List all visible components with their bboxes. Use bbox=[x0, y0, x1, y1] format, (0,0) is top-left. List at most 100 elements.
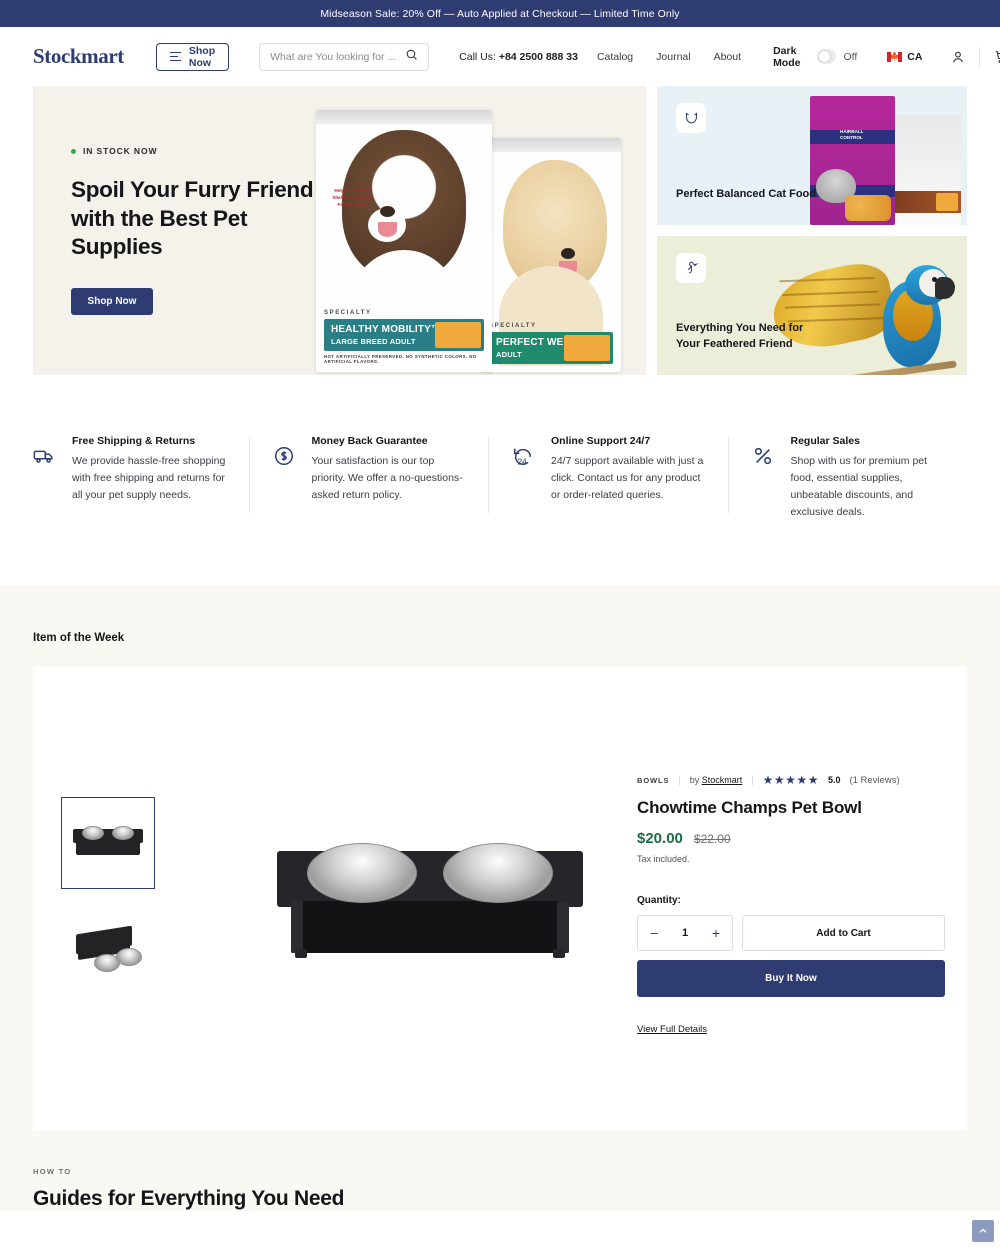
feature-money-back: Money Back Guarantee Your satisfaction i… bbox=[248, 435, 489, 521]
pet-bowl-hero-image bbox=[277, 837, 583, 962]
rating-stars: ★★★★★ bbox=[762, 773, 819, 787]
feature-title: Regular Sales bbox=[790, 435, 860, 447]
vendor-link[interactable]: Stockmart bbox=[702, 775, 743, 785]
feature-title: Money Back Guarantee bbox=[311, 435, 428, 447]
hero-copy: IN STOCK NOW Spoil Your Furry Friend wit… bbox=[33, 146, 323, 315]
product-title: Chowtime Champs Pet Bowl bbox=[637, 798, 862, 817]
dog-food-bag-perfect-weight: SPECIALTY PERFECT WEIGHT ADULT bbox=[481, 138, 621, 372]
nav-item-about[interactable]: About bbox=[714, 51, 741, 63]
product-thumbnail-1[interactable] bbox=[61, 797, 155, 889]
product-compare-price: $22.00 bbox=[693, 832, 731, 846]
section-title: Item of the Week bbox=[33, 632, 125, 644]
product-category[interactable]: BOWLS bbox=[637, 776, 669, 785]
feature-body: 24/7 support available with just a click… bbox=[551, 455, 704, 501]
pet-bowl-front-view bbox=[73, 823, 143, 863]
product-main-image[interactable] bbox=[223, 667, 637, 1131]
feature-body: We provide hassle-free shopping with fre… bbox=[72, 455, 226, 501]
main-nav: Catalog Journal About bbox=[597, 51, 741, 63]
bag2-specialty: SPECIALTY bbox=[489, 322, 537, 329]
how-to-eyebrow: HOW TO bbox=[33, 1167, 72, 1176]
status-dot-icon bbox=[71, 148, 76, 154]
nav-item-catalog[interactable]: Catalog bbox=[597, 51, 633, 63]
scroll-to-top-button[interactable] bbox=[972, 1220, 994, 1242]
review-count[interactable]: (1 Reviews) bbox=[849, 775, 899, 786]
quantity-stepper[interactable]: − 1 + bbox=[637, 915, 733, 951]
hero-side-cards: HAIRBALL CONTROL Perfect Balanced Cat Foo… bbox=[657, 86, 967, 375]
search-input[interactable] bbox=[270, 50, 406, 63]
feature-title: Free Shipping & Returns bbox=[72, 435, 196, 447]
product-thumbnail-gallery bbox=[33, 667, 223, 1131]
locale-code: CA bbox=[907, 50, 923, 63]
meta-divider: | bbox=[678, 775, 681, 785]
support-24-icon: 24 bbox=[512, 435, 536, 521]
buy-it-now-button[interactable]: Buy It Now bbox=[637, 960, 945, 997]
phone-number[interactable]: +84 2500 888 33 bbox=[499, 51, 578, 63]
add-to-cart-button[interactable]: Add to Cart bbox=[742, 915, 945, 951]
in-stock-badge: IN STOCK NOW bbox=[71, 146, 323, 156]
view-full-details-link[interactable]: View Full Details bbox=[637, 1024, 707, 1035]
quantity-decrease-button[interactable]: − bbox=[650, 926, 658, 940]
hero-banner: IN STOCK NOW Spoil Your Furry Friend wit… bbox=[33, 86, 646, 375]
feature-body: Shop with us for premium pet food, essen… bbox=[790, 455, 928, 518]
user-icon[interactable] bbox=[944, 43, 972, 71]
product-pricing: $20.00 $22.00 bbox=[637, 830, 945, 847]
dog-food-bag-healthy-mobility: Helped 11 Million Shelter Pets Find a Fo… bbox=[316, 110, 492, 372]
svg-text:24: 24 bbox=[518, 457, 528, 466]
how-to-section: HOW TO Guides for Everything You Need bbox=[0, 1131, 1000, 1211]
pet-bowl-angle-view bbox=[72, 925, 144, 976]
bag1-footnote: NOT ARTIFICIALLY PRESERVED. NO SYNTHETIC… bbox=[324, 354, 477, 364]
category-card-cat-food-title: Perfect Balanced Cat Food bbox=[676, 188, 816, 201]
dark-mode-label: Dark Mode bbox=[773, 44, 801, 69]
header-divider bbox=[979, 46, 981, 67]
category-card-bird-supplies[interactable]: Everything You Need for Your Feathered F… bbox=[657, 236, 967, 375]
rating-value: 5.0 bbox=[827, 775, 841, 785]
quantity-value: 1 bbox=[681, 927, 689, 939]
search-box[interactable] bbox=[259, 42, 430, 71]
how-to-heading: Guides for Everything You Need bbox=[33, 1187, 345, 1210]
feature-free-shipping: Free Shipping & Returns We provide hassl… bbox=[33, 435, 249, 521]
call-us: Call Us: +84 2500 888 33 bbox=[459, 51, 578, 63]
product-price: $20.00 bbox=[637, 830, 683, 847]
cart-icon[interactable] bbox=[987, 43, 1000, 71]
product-info: BOWLS | by Stockmart | ★★★★★ 5.0 (1 Revi… bbox=[637, 667, 967, 1131]
dark-mode-control[interactable]: Dark Mode Off bbox=[773, 45, 857, 69]
feature-title: Online Support 24/7 bbox=[551, 435, 651, 447]
chevron-up-icon bbox=[979, 1228, 987, 1233]
shop-now-menu-button[interactable]: Shop Now bbox=[155, 42, 230, 71]
dark-mode-toggle[interactable] bbox=[816, 49, 837, 64]
product-thumbnail-2[interactable] bbox=[61, 905, 155, 997]
product-vendor: by Stockmart bbox=[690, 775, 743, 785]
hero-product-image: SPECIALTY PERFECT WEIGHT ADULT Helped 11… bbox=[316, 86, 646, 375]
canada-flag-icon: 🍁 bbox=[887, 51, 903, 62]
site-logo[interactable]: Stockmart bbox=[33, 44, 124, 69]
featured-product-card: BOWLS | by Stockmart | ★★★★★ 5.0 (1 Revi… bbox=[33, 667, 967, 1131]
features-row: Free Shipping & Returns We provide hassl… bbox=[0, 375, 1000, 585]
quantity-increase-button[interactable]: + bbox=[712, 926, 720, 940]
money-back-icon bbox=[273, 435, 297, 521]
search-icon[interactable] bbox=[405, 48, 418, 66]
category-card-cat-food[interactable]: HAIRBALL CONTROL Perfect Balanced Cat Foo… bbox=[657, 86, 967, 225]
bag1-specialty: SPECIALTY bbox=[324, 309, 372, 316]
dark-mode-state: Off bbox=[843, 50, 858, 63]
category-card-bird-title: Everything You Need for Your Feathered F… bbox=[676, 322, 804, 351]
tax-note: Tax included. bbox=[637, 854, 690, 864]
nav-item-journal[interactable]: Journal bbox=[656, 51, 690, 63]
purchase-controls: − 1 + Add to Cart bbox=[637, 915, 945, 951]
hero-shop-now-button[interactable]: Shop Now bbox=[71, 287, 153, 315]
percent-icon bbox=[752, 435, 776, 521]
bag1-promo: Helped 11 Million Shelter Pets Find a Fo… bbox=[332, 188, 374, 207]
locale-selector[interactable]: 🍁 CA bbox=[887, 51, 922, 63]
product-meta: BOWLS | by Stockmart | ★★★★★ 5.0 (1 Revi… bbox=[637, 773, 945, 787]
announcement-bar: Midseason Sale: 20% Off — Auto Applied a… bbox=[0, 0, 1000, 27]
hamburger-icon bbox=[169, 52, 181, 61]
hero-section: IN STOCK NOW Spoil Your Furry Friend wit… bbox=[0, 86, 1000, 375]
meta-divider-2: | bbox=[751, 775, 754, 785]
announcement-text: Midseason Sale: 20% Off — Auto Applied a… bbox=[320, 7, 680, 20]
bag2-chip bbox=[564, 334, 610, 361]
header-icon-group bbox=[944, 43, 1000, 71]
item-of-the-week-section: Item of the Week BOWLS | by Stockmart | … bbox=[0, 585, 1000, 1131]
hero-title: Spoil Your Furry Friend with the Best Pe… bbox=[71, 177, 314, 260]
bird-icon bbox=[676, 253, 706, 283]
site-header: Stockmart Shop Now Call Us: +84 2500 888… bbox=[0, 27, 1000, 86]
by-label: by bbox=[689, 775, 700, 785]
